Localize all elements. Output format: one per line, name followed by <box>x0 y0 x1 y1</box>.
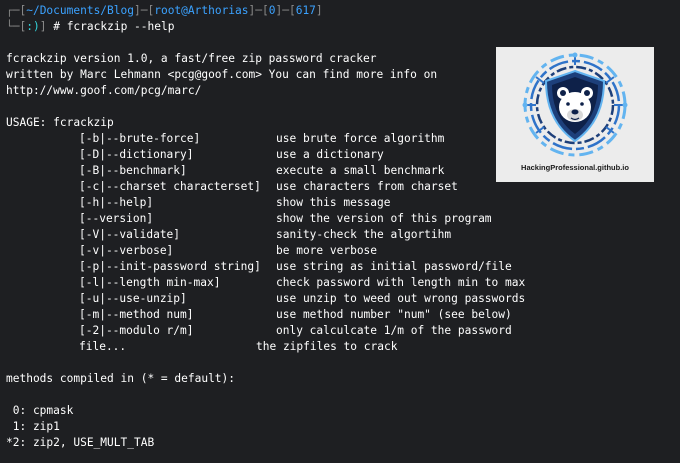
option-description: execute a small benchmark <box>276 164 445 177</box>
option-flag: [-h|--help] <box>79 196 154 209</box>
header-line: written by Marc Lehmann <pcg@goof.com> Y… <box>6 68 438 81</box>
option-description: show this message <box>276 196 391 209</box>
option-flag: [-2|--modulo r/m] <box>79 324 194 337</box>
option-description: use a dictionary <box>276 148 384 161</box>
usage-label: USAGE: fcrackzip <box>6 116 114 129</box>
option-flag: [-b|--brute-force] <box>79 132 201 145</box>
logo-image: HackingProfessional.github.io <box>496 47 654 182</box>
option-description: use string as initial password/file <box>276 260 512 273</box>
option-flag: [-m|--method num] <box>79 308 194 321</box>
command-text: fcrackzip --help <box>66 20 175 33</box>
header-url: http://www.goof.com/pcg/marc/ <box>6 84 202 97</box>
option-description: use brute force algorithm <box>276 132 445 145</box>
option-flag: [-l|--length min-max] <box>79 276 221 289</box>
prompt-user-host: root@Arthorias <box>154 4 249 17</box>
option-description: use unzip to weed out wrong passwords <box>276 292 526 305</box>
prompt-hash: # <box>53 20 60 33</box>
option-flag: [-V|--validate] <box>79 228 181 241</box>
option-description: check password with length min to max <box>276 276 526 289</box>
logo-caption: HackingProfessional.github.io <box>521 163 629 172</box>
option-flag: [--version] <box>79 212 154 225</box>
prompt-history-number: 617 <box>295 4 316 17</box>
method-item: *2: zip2, USE_MULT_TAB <box>6 436 155 449</box>
option-flag: [-u|--use-unzip] <box>79 292 187 305</box>
prompt-line: ┌─[~/Documents/Blog]─[root@Arthorias]─[0… <box>6 4 323 17</box>
option-flag: [-B|--benchmark] <box>79 164 187 177</box>
option-description: use characters from charset <box>276 180 458 193</box>
methods-label: methods compiled in (* = default): <box>6 372 236 385</box>
command-line: └─[:)] # fcrackzip --help <box>6 20 175 33</box>
option-description: use method number "num" (see below) <box>276 308 512 321</box>
shield-bear-logo-icon <box>522 52 628 157</box>
file-argument-description: the zipfiles to crack <box>256 340 398 353</box>
option-flag: [-p|--init-password string] <box>79 260 261 273</box>
option-description: be more verbose <box>276 244 378 257</box>
option-description: sanity-check the algortihm <box>276 228 452 241</box>
option-flag: [-v|--verbose] <box>79 244 174 257</box>
option-description: only calculcate 1/m of the password <box>276 324 512 337</box>
method-item: 1: zip1 <box>6 420 60 433</box>
prompt-status: :) <box>26 20 40 33</box>
option-flag: [-c|--charset characterset] <box>79 180 261 193</box>
option-flag: [-D|--dictionary] <box>79 148 194 161</box>
method-item: 0: cpmask <box>6 404 74 417</box>
option-description: show the version of this program <box>276 212 492 225</box>
file-argument: file... <box>79 340 127 353</box>
terminal-window[interactable]: ┌─[~/Documents/Blog]─[root@Arthorias]─[0… <box>0 0 680 463</box>
header-line: fcrackzip version 1.0, a fast/free zip p… <box>6 52 377 65</box>
prompt-path: ~/Documents/Blog <box>26 4 134 17</box>
